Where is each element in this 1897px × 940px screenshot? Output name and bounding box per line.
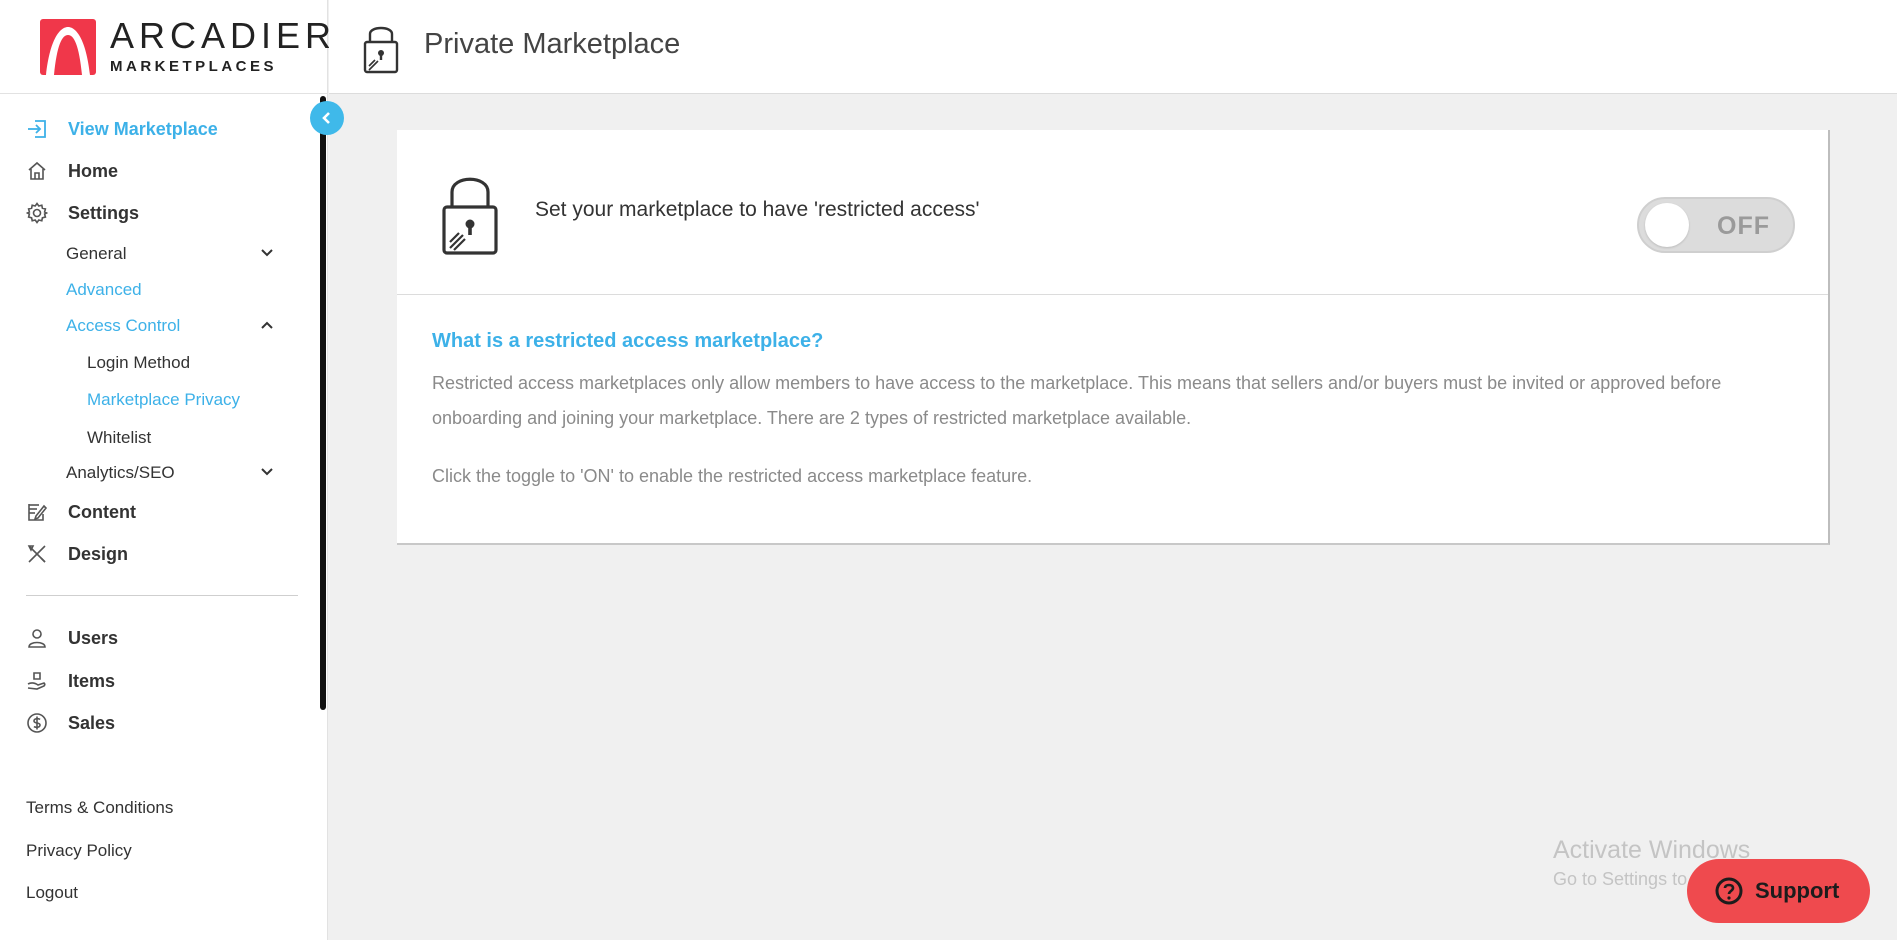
chevron-up-icon[interactable] (260, 318, 274, 332)
nav-general[interactable]: General (66, 244, 126, 264)
nav-whitelist[interactable]: Whitelist (87, 428, 151, 448)
support-label: Support (1755, 878, 1840, 903)
privacy-policy-link[interactable]: Privacy Policy (26, 841, 132, 861)
hint-text: Click the toggle to 'ON' to enable the r… (432, 466, 1033, 486)
chevron-down-icon[interactable] (260, 246, 274, 260)
brand-logo[interactable]: ARCADIER MARKETPLACES (40, 18, 336, 75)
nav-label: Users (68, 627, 119, 648)
sidebar-scrollbar[interactable] (320, 96, 326, 710)
nav-analytics-seo[interactable]: Analytics/SEO (66, 463, 175, 483)
support-button[interactable]: Support (1687, 859, 1870, 923)
nav-view-marketplace[interactable]: View Marketplace (26, 118, 218, 140)
nav-label: Settings (68, 202, 140, 223)
nav-label: View Marketplace (68, 118, 218, 139)
nav-label: Home (68, 160, 119, 181)
nav-sales[interactable]: Sales (26, 712, 115, 734)
design-icon (26, 543, 48, 565)
divider (0, 93, 328, 94)
restricted-access-toggle[interactable]: OFF (1637, 197, 1795, 253)
nav-settings[interactable]: Settings (26, 202, 139, 224)
brand-name: ARCADIER (110, 15, 337, 56)
nav-label: Design (68, 543, 129, 564)
nav-content[interactable]: Content (26, 501, 136, 523)
terms-link[interactable]: Terms & Conditions (26, 798, 173, 818)
card-header: Set your marketplace to have 'restricted… (397, 130, 1828, 295)
lock-icon (363, 26, 399, 74)
logo-mark (40, 18, 96, 75)
nav-items[interactable]: Items (26, 670, 115, 692)
divider (26, 595, 298, 596)
nav-marketplace-privacy[interactable]: Marketplace Privacy (87, 390, 240, 410)
section-heading: What is a restricted access marketplace? (432, 330, 824, 352)
description-text: Restricted access marketplaces only allo… (432, 373, 1722, 428)
nav-label: Sales (68, 712, 116, 733)
chevron-left-icon (322, 112, 330, 124)
help-circle-icon (1715, 877, 1743, 905)
nav-design[interactable]: Design (26, 543, 128, 565)
nav-advanced[interactable]: Advanced (66, 280, 142, 300)
nav-label: Items (68, 670, 116, 691)
nav-home[interactable]: Home (26, 160, 118, 182)
chevron-down-icon[interactable] (260, 465, 274, 479)
dollar-icon (26, 712, 48, 734)
home-icon (26, 160, 48, 182)
items-icon (26, 670, 48, 692)
gear-icon (26, 202, 48, 224)
enter-icon (26, 118, 48, 140)
edit-icon (26, 501, 48, 523)
logout-link[interactable]: Logout (26, 883, 78, 903)
sidebar: ARCADIER MARKETPLACES View Marketplace H… (0, 0, 331, 940)
page-header: Private Marketplace (329, 0, 1897, 94)
user-icon (26, 627, 48, 649)
nav-login-method[interactable]: Login Method (87, 353, 190, 373)
nav-access-control[interactable]: Access Control (66, 316, 180, 336)
page-title: Private Marketplace (424, 28, 681, 60)
nav-label: Content (68, 501, 136, 522)
nav-users[interactable]: Users (26, 627, 118, 649)
restrict-access-label: Set your marketplace to have 'restricted… (535, 198, 980, 221)
lock-icon (442, 177, 498, 255)
collapse-sidebar-button[interactable] (310, 101, 344, 135)
brand-subtitle: MARKETPLACES (110, 58, 278, 75)
toggle-state-label: OFF (1717, 212, 1770, 240)
privacy-card: Set your marketplace to have 'restricted… (397, 130, 1830, 545)
toggle-knob (1645, 203, 1689, 247)
